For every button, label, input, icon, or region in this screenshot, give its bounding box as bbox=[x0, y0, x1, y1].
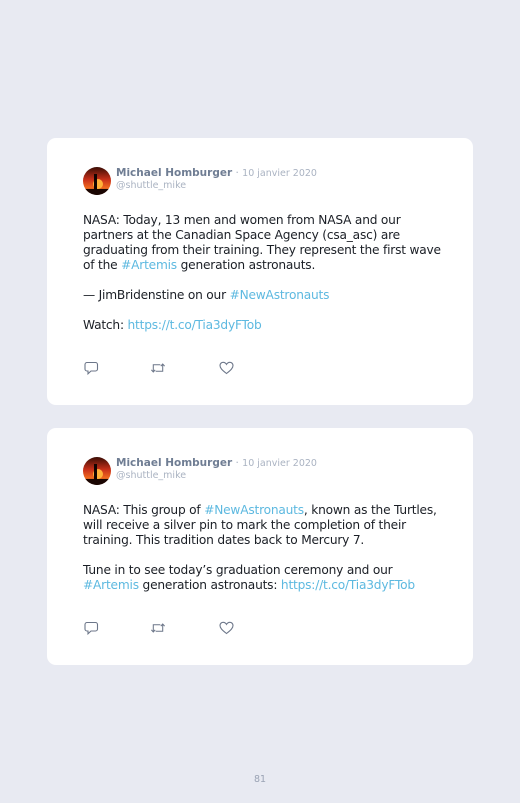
avatar[interactable] bbox=[83, 457, 111, 485]
tweet-text: Tune in to see today’s graduation ceremo… bbox=[83, 563, 393, 577]
tweet-text: NASA: This group of bbox=[83, 503, 205, 517]
url-link[interactable]: https://t.co/Tia3dyFTob bbox=[281, 578, 415, 592]
tweet-actions bbox=[83, 360, 263, 376]
tweet-date[interactable]: 10 janvier 2020 bbox=[242, 458, 317, 469]
tweet-card: Michael Homburger · 10 janvier 2020 @shu… bbox=[47, 428, 473, 665]
sunset-avatar-icon bbox=[83, 457, 111, 485]
tweet-text: Watch: bbox=[83, 318, 128, 332]
author-handle[interactable]: @shuttle_mike bbox=[116, 180, 186, 192]
hashtag-link[interactable]: #NewAstronauts bbox=[230, 288, 330, 302]
tweet-paragraph: — JimBridenstine on our #NewAstronauts bbox=[83, 288, 443, 303]
reply-icon bbox=[83, 621, 98, 635]
author-name[interactable]: Michael Homburger bbox=[116, 457, 232, 469]
tweet-paragraph: Watch: https://t.co/Tia3dyFTob bbox=[83, 318, 443, 333]
author-handle[interactable]: @shuttle_mike bbox=[116, 470, 186, 482]
tweet-paragraph: NASA: This group of #NewAstronauts, know… bbox=[83, 503, 443, 548]
heart-icon bbox=[218, 621, 234, 635]
tweet-card: Michael Homburger · 10 janvier 2020 @shu… bbox=[47, 138, 473, 405]
retweet-button[interactable] bbox=[150, 620, 166, 636]
hashtag-link[interactable]: #Artemis bbox=[121, 258, 177, 272]
tweet-date[interactable]: 10 janvier 2020 bbox=[242, 168, 317, 179]
heart-icon bbox=[218, 361, 234, 375]
tweet-paragraph: Tune in to see today’s graduation ceremo… bbox=[83, 563, 443, 593]
like-button[interactable] bbox=[218, 360, 234, 376]
hashtag-link[interactable]: #Artemis bbox=[83, 578, 139, 592]
tweet-paragraph: NASA: Today, 13 men and women from NASA … bbox=[83, 213, 443, 273]
tweet-text: — JimBridenstine on our bbox=[83, 288, 230, 302]
retweet-icon bbox=[151, 623, 165, 633]
reply-button[interactable] bbox=[83, 360, 99, 376]
tweet-text: generation astronauts. bbox=[176, 258, 316, 272]
author-name[interactable]: Michael Homburger bbox=[116, 167, 232, 179]
tweet-actions bbox=[83, 620, 263, 636]
hashtag-link[interactable]: #NewAstronauts bbox=[204, 503, 304, 517]
tweet-body: NASA: Today, 13 men and women from NASA … bbox=[83, 213, 443, 333]
header-separator: · bbox=[232, 167, 243, 179]
tweet-body: NASA: This group of #NewAstronauts, know… bbox=[83, 503, 443, 593]
reply-icon bbox=[83, 361, 98, 375]
header-separator: · bbox=[232, 457, 243, 469]
reply-button[interactable] bbox=[83, 620, 99, 636]
like-button[interactable] bbox=[218, 620, 234, 636]
avatar[interactable] bbox=[83, 167, 111, 195]
tweet-header: Michael Homburger · 10 janvier 2020 bbox=[116, 457, 317, 470]
tweet-header: Michael Homburger · 10 janvier 2020 bbox=[116, 167, 317, 180]
tweet-text: generation astronauts: bbox=[138, 578, 281, 592]
sunset-avatar-icon bbox=[83, 167, 111, 195]
page-number: 81 bbox=[253, 774, 267, 785]
url-link[interactable]: https://t.co/Tia3dyFTob bbox=[128, 318, 262, 332]
retweet-icon bbox=[151, 363, 165, 373]
retweet-button[interactable] bbox=[150, 360, 166, 376]
